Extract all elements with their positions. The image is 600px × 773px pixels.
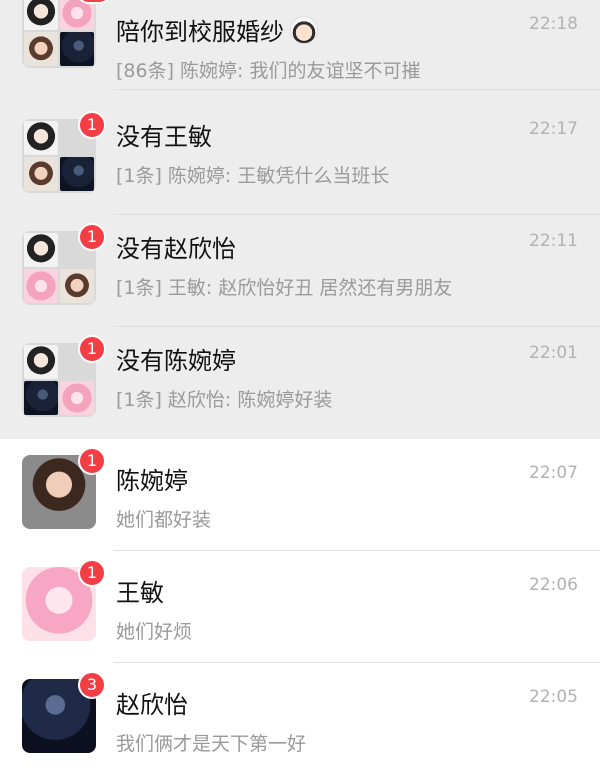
chat-row-chenwanting[interactable]: 1 陈婉婷 22:07 她们都好装 bbox=[0, 439, 600, 551]
member-avatar-icon bbox=[60, 157, 94, 191]
chat-name: 没有陈婉婷 bbox=[116, 347, 236, 375]
chat-preview: 她们都好装 bbox=[116, 509, 212, 531]
chat-time: 22:01 bbox=[529, 343, 578, 363]
chat-preview: [1条] 赵欣怡: 陈婉婷好装 bbox=[116, 385, 576, 412]
chat-name: 没有王敏 bbox=[116, 123, 212, 151]
member-avatar-icon bbox=[60, 32, 94, 66]
member-avatar-icon bbox=[24, 121, 58, 155]
chat-row-group-no-chenwanting[interactable]: 1 没有陈婉婷 22:01 [1条] 赵欣怡: 陈婉婷好装 bbox=[0, 327, 600, 439]
unread-badge: 1 bbox=[78, 559, 106, 587]
member-avatar-icon bbox=[24, 381, 58, 415]
unread-badge: 1 bbox=[78, 447, 106, 475]
unread-badge: 1 bbox=[78, 223, 106, 251]
unread-count-text: [1条] bbox=[116, 389, 162, 411]
chat-time: 22:05 bbox=[529, 687, 578, 707]
bride-emoji-icon bbox=[290, 16, 318, 44]
chat-name: 陈婉婷 bbox=[116, 467, 188, 495]
chat-time: 22:11 bbox=[529, 231, 578, 251]
group-avatar bbox=[22, 0, 96, 68]
unread-count-text: [86条] bbox=[116, 60, 175, 82]
chat-time: 22:07 bbox=[529, 463, 578, 483]
chat-preview: [1条] 王敏: 赵欣怡好丑 居然还有男朋友 bbox=[116, 273, 576, 300]
chat-row-wangmin[interactable]: 1 王敏 22:06 她们好烦 bbox=[0, 551, 600, 663]
member-avatar-icon bbox=[24, 345, 58, 379]
chat-preview: [86条] 陈婉婷: 我们的友谊坚不可摧 bbox=[116, 56, 576, 83]
member-avatar-icon bbox=[24, 233, 58, 267]
chat-list: 86 陪你到校服婚纱 22:18 [86条]陈婉婷: 我们的友谊坚不可摧 1 没… bbox=[0, 0, 600, 773]
chat-time: 22:17 bbox=[529, 119, 578, 139]
member-avatar-icon bbox=[24, 157, 58, 191]
member-avatar-icon bbox=[24, 32, 58, 66]
chat-preview: 她们好烦 bbox=[116, 621, 193, 643]
member-avatar-icon bbox=[24, 269, 58, 303]
member-avatar-icon bbox=[60, 0, 94, 30]
chat-time: 22:18 bbox=[529, 14, 578, 34]
unread-badge: 3 bbox=[78, 671, 106, 699]
chat-name-text: 陪你到校服婚纱 bbox=[116, 18, 284, 46]
unread-count-text: [1条] bbox=[116, 165, 162, 187]
chat-name: 没有赵欣怡 bbox=[116, 235, 236, 263]
chat-row-group-wedding[interactable]: 86 陪你到校服婚纱 22:18 [86条]陈婉婷: 我们的友谊坚不可摧 bbox=[0, 0, 600, 90]
member-avatar-icon bbox=[60, 269, 94, 303]
chat-row-group-no-wangmin[interactable]: 1 没有王敏 22:17 [1条] 陈婉婷: 王敏凭什么当班长 bbox=[0, 103, 600, 215]
member-avatar-icon bbox=[24, 0, 58, 30]
unread-count-text: [1条] bbox=[116, 277, 162, 299]
chat-name: 陪你到校服婚纱 bbox=[116, 12, 318, 47]
chat-row-zhaoxinyi[interactable]: 3 赵欣怡 22:05 我们俩才是天下第一好 bbox=[0, 663, 600, 773]
unread-badge: 1 bbox=[78, 111, 106, 139]
divider bbox=[114, 89, 600, 90]
preview-text: 陈婉婷: 我们的友谊坚不可摧 bbox=[180, 60, 421, 82]
preview-text: 赵欣怡: 陈婉婷好装 bbox=[167, 389, 333, 411]
chat-row-group-no-zhaoxinyi[interactable]: 1 没有赵欣怡 22:11 [1条] 王敏: 赵欣怡好丑 居然还有男朋友 bbox=[0, 215, 600, 327]
preview-text: 陈婉婷: 王敏凭什么当班长 bbox=[167, 165, 390, 187]
unread-badge: 1 bbox=[78, 335, 106, 363]
member-avatar-icon bbox=[60, 381, 94, 415]
chat-preview: [1条] 陈婉婷: 王敏凭什么当班长 bbox=[116, 161, 576, 188]
chat-name: 赵欣怡 bbox=[116, 691, 188, 719]
chat-preview: 我们俩才是天下第一好 bbox=[116, 733, 307, 755]
chat-time: 22:06 bbox=[529, 575, 578, 595]
preview-text: 王敏: 赵欣怡好丑 居然还有男朋友 bbox=[167, 277, 453, 299]
chat-name: 王敏 bbox=[116, 579, 164, 607]
